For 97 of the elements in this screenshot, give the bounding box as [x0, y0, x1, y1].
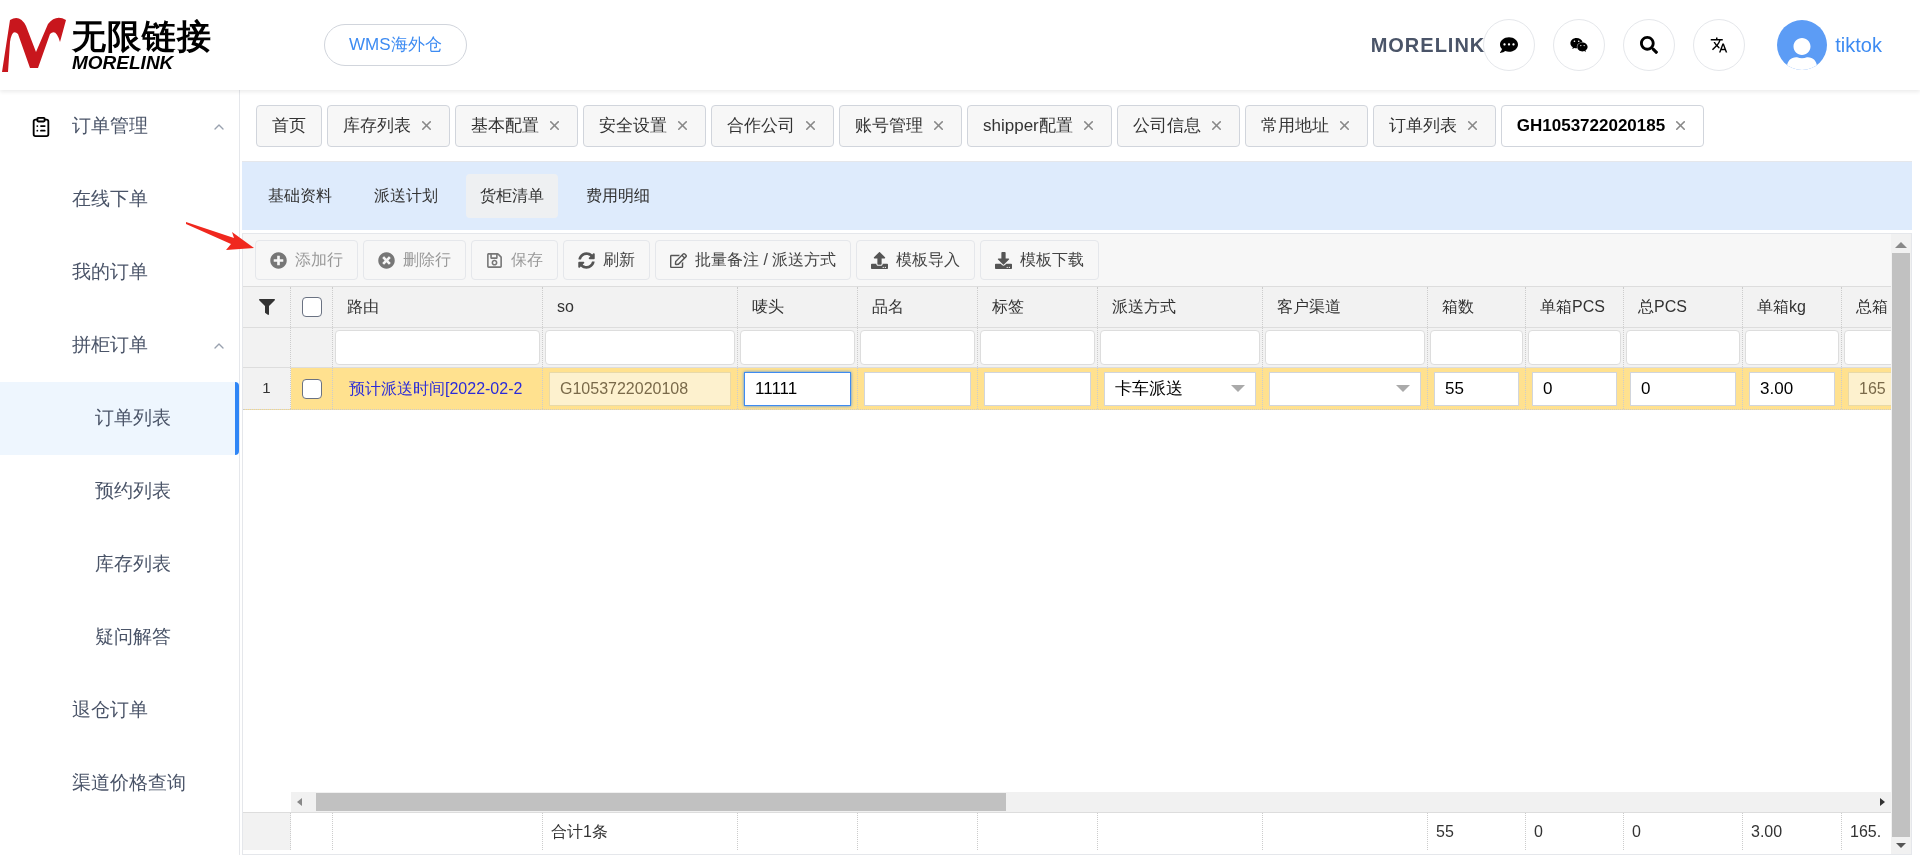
- sidebar-item[interactable]: 疑问解答: [0, 601, 239, 674]
- scroll-right-icon[interactable]: [1880, 798, 1885, 806]
- brand-text: MORELINK: [1370, 33, 1486, 58]
- close-icon[interactable]: [675, 118, 690, 133]
- total-cell: 合计1条: [543, 813, 738, 850]
- select-field[interactable]: 卡车派送: [1104, 371, 1256, 406]
- tab[interactable]: 合作公司: [711, 104, 834, 147]
- close-icon[interactable]: [803, 118, 818, 133]
- sidebar-item[interactable]: 在线下单: [0, 163, 239, 236]
- checkbox[interactable]: [301, 297, 322, 317]
- save-icon: [486, 251, 503, 269]
- filter-field[interactable]: [1528, 330, 1621, 365]
- caret-icon: [1396, 385, 1410, 392]
- row-number: 1: [243, 368, 291, 409]
- filter-field[interactable]: [980, 330, 1095, 365]
- horizontal-scrollbar-thumb[interactable]: [316, 793, 1006, 811]
- column-header[interactable]: 派送方式: [1098, 287, 1263, 327]
- filter-field[interactable]: [545, 330, 735, 365]
- checkbox[interactable]: [301, 378, 322, 399]
- column-header[interactable]: 箱数: [1428, 287, 1526, 327]
- column-header[interactable]: 单箱PCS: [1526, 287, 1624, 327]
- tab[interactable]: 账号管理: [839, 104, 962, 147]
- caret-icon: [1231, 385, 1245, 392]
- tab[interactable]: shipper配置: [967, 104, 1112, 147]
- tab[interactable]: 首页: [256, 104, 322, 147]
- toolbar-button[interactable]: 模板导入: [856, 240, 976, 280]
- annotation-arrow: [186, 220, 254, 252]
- sidebar-item[interactable]: 拼柜订单: [0, 309, 239, 382]
- input-field[interactable]: 55: [1434, 371, 1519, 406]
- filter-field[interactable]: [1430, 330, 1523, 365]
- scroll-left-icon[interactable]: [297, 798, 302, 806]
- sidebar-item[interactable]: 订单管理: [0, 90, 239, 163]
- input-field[interactable]: 11111: [744, 371, 851, 406]
- sidebar-item[interactable]: 预约列表: [0, 455, 239, 528]
- column-header[interactable]: 单箱kg: [1743, 287, 1842, 327]
- route-link[interactable]: 预计派送时间[2022-02-2: [339, 376, 523, 401]
- toolbar-button[interactable]: 刷新: [563, 240, 650, 280]
- filter-field[interactable]: [1626, 330, 1740, 365]
- subtab[interactable]: 费用明细: [572, 174, 664, 218]
- tab[interactable]: 订单列表: [1372, 104, 1496, 147]
- avatar-icon[interactable]: [1777, 20, 1828, 70]
- tab[interactable]: 公司信息: [1116, 104, 1240, 147]
- filter-field[interactable]: [1265, 330, 1425, 365]
- input-field[interactable]: 0: [1630, 371, 1736, 406]
- total-cell: 55: [1428, 813, 1526, 850]
- filter-field[interactable]: [860, 330, 975, 365]
- sidebar-item[interactable]: 退仓订单: [0, 674, 239, 747]
- column-header[interactable]: 唛头: [738, 287, 858, 327]
- readonly-field: G1053722020108: [549, 371, 731, 406]
- sidebar-item[interactable]: 渠道价格查询: [0, 747, 239, 820]
- gutter-cell: [243, 813, 291, 850]
- subtab[interactable]: 货柜清单: [466, 174, 558, 218]
- close-icon[interactable]: [931, 118, 946, 133]
- toolbar-button[interactable]: 模板下载: [980, 240, 1100, 280]
- filter-icon[interactable]: [258, 299, 275, 315]
- toolbar-button[interactable]: 批量备注 / 派送方式: [655, 240, 852, 280]
- select-field[interactable]: [1269, 371, 1421, 406]
- filter-field[interactable]: [1745, 330, 1839, 365]
- sidebar-item[interactable]: 库存列表: [0, 528, 239, 601]
- input-field[interactable]: [864, 371, 971, 406]
- column-header[interactable]: so: [543, 287, 738, 327]
- table-row[interactable]: 1 预计派送时间[2022-02-2 G1053722020108 11111 卡车派送 55 0 0 3.00 165: [243, 368, 1891, 410]
- filter-field[interactable]: [335, 330, 540, 365]
- total-cell: 0: [1624, 813, 1743, 850]
- sidebar-item[interactable]: 订单列表: [0, 382, 239, 455]
- tab[interactable]: 安全设置: [583, 104, 706, 147]
- filter-field[interactable]: [740, 330, 855, 365]
- sidebar-item[interactable]: 我的订单: [0, 236, 239, 309]
- close-icon[interactable]: [419, 118, 434, 133]
- input-field[interactable]: 0: [1532, 371, 1617, 406]
- column-header[interactable]: 标签: [978, 287, 1098, 327]
- subtab[interactable]: 基础资料: [254, 174, 346, 218]
- tab[interactable]: GH1053722020185: [1500, 104, 1705, 147]
- scroll-down-icon[interactable]: [1896, 843, 1906, 848]
- subtab[interactable]: 派送计划: [360, 174, 452, 218]
- input-field[interactable]: 3.00: [1749, 371, 1835, 406]
- logo-title: 无限链接: [72, 18, 212, 53]
- download-icon: [995, 251, 1013, 269]
- list-icon: [30, 115, 52, 138]
- tab[interactable]: 常用地址: [1244, 104, 1368, 147]
- column-header[interactable]: 总PCS: [1624, 287, 1743, 327]
- total-cell: 0: [1526, 813, 1624, 850]
- edit-icon: [670, 251, 687, 269]
- logo-subtitle: MORELINK: [72, 52, 174, 72]
- vertical-scrollbar-thumb[interactable]: [1892, 253, 1910, 837]
- close-icon[interactable]: [547, 118, 562, 133]
- tab[interactable]: 基本配置: [455, 104, 578, 147]
- tab[interactable]: 库存列表: [327, 104, 450, 147]
- column-header[interactable]: 品名: [858, 287, 978, 327]
- upload-icon: [871, 251, 889, 269]
- input-field[interactable]: [984, 371, 1091, 406]
- total-cell: 3.00: [1743, 813, 1842, 850]
- filter-field[interactable]: [1100, 330, 1260, 365]
- refresh-icon: [578, 251, 595, 269]
- column-header[interactable]: 路由: [333, 287, 543, 327]
- readonly-field: 165: [1848, 371, 1891, 406]
- column-header[interactable]: 客户渠道: [1263, 287, 1428, 327]
